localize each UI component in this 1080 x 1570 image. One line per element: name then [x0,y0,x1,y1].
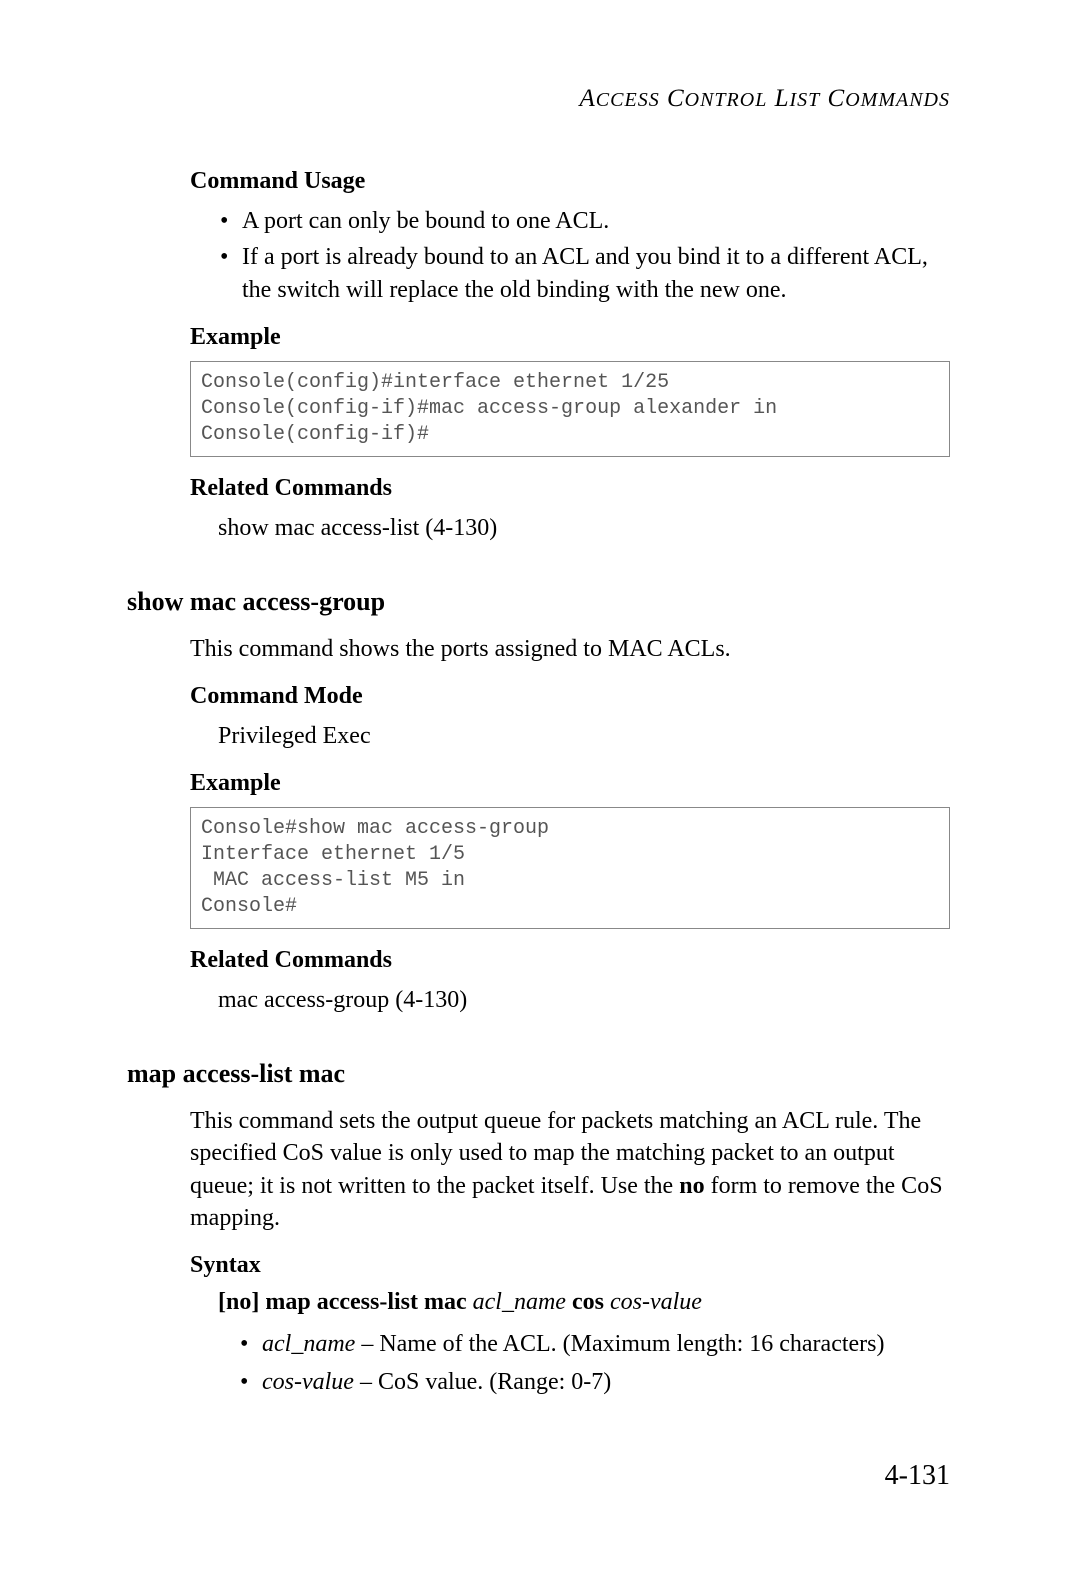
parameter-item: acl_name – Name of the ACL. (Maximum len… [240,1328,950,1362]
command-mode-heading: Command Mode [190,683,950,710]
header-text: ACCESS CONTROL LIST COMMANDS [580,85,950,112]
parameter-list: acl_name – Name of the ACL. (Maximum len… [190,1328,950,1399]
syntax-heading: Syntax [190,1252,950,1279]
related-commands-text: mac access-group (4-130) [190,984,950,1016]
related-commands-heading: Related Commands [190,475,950,502]
syntax-no: no [226,1289,251,1315]
page-content: Command Usage A port can only be bound t… [130,168,950,1399]
example-heading: Example [190,324,950,351]
command-description: This command sets the output queue for p… [190,1105,950,1235]
command-usage-heading: Command Usage [190,168,950,195]
related-commands-text: show mac access-list (4-130) [190,512,950,544]
desc-bold: no [679,1173,704,1199]
syntax-cos: cos [572,1289,604,1315]
usage-list: A port can only be bound to one ACL. If … [190,205,950,306]
show-mac-access-group-heading: show mac access-group [127,587,950,617]
example-code-block: Console(config)#interface ethernet 1/25 … [190,361,950,457]
syntax-line: [no] map access-list mac acl_name cos co… [190,1289,950,1316]
syntax-bracket: [ [218,1289,226,1315]
example-heading: Example [190,770,950,797]
param-name: cos-value [262,1369,354,1395]
parameter-item: cos-value – CoS value. (Range: 0-7) [240,1366,950,1400]
syntax-arg: acl_name [473,1289,566,1315]
param-desc: – Name of the ACL. (Maximum length: 16 c… [355,1331,884,1357]
page-header: ACCESS CONTROL LIST COMMANDS [130,85,950,113]
usage-item: If a port is already bound to an ACL and… [220,241,950,306]
syntax-arg: cos-value [610,1289,702,1315]
usage-item: A port can only be bound to one ACL. [220,205,950,237]
page-number: 4-131 [885,1460,950,1492]
syntax-cmd: map access-list mac [265,1289,466,1315]
param-name: acl_name [262,1331,355,1357]
command-mode-text: Privileged Exec [190,720,950,752]
syntax-bracket: ] [251,1289,265,1315]
example-code-block: Console#show mac access-group Interface … [190,807,950,929]
map-access-list-mac-heading: map access-list mac [127,1059,950,1089]
command-description: This command shows the ports assigned to… [190,633,950,665]
param-desc: – CoS value. (Range: 0-7) [354,1369,611,1395]
related-commands-heading: Related Commands [190,947,950,974]
